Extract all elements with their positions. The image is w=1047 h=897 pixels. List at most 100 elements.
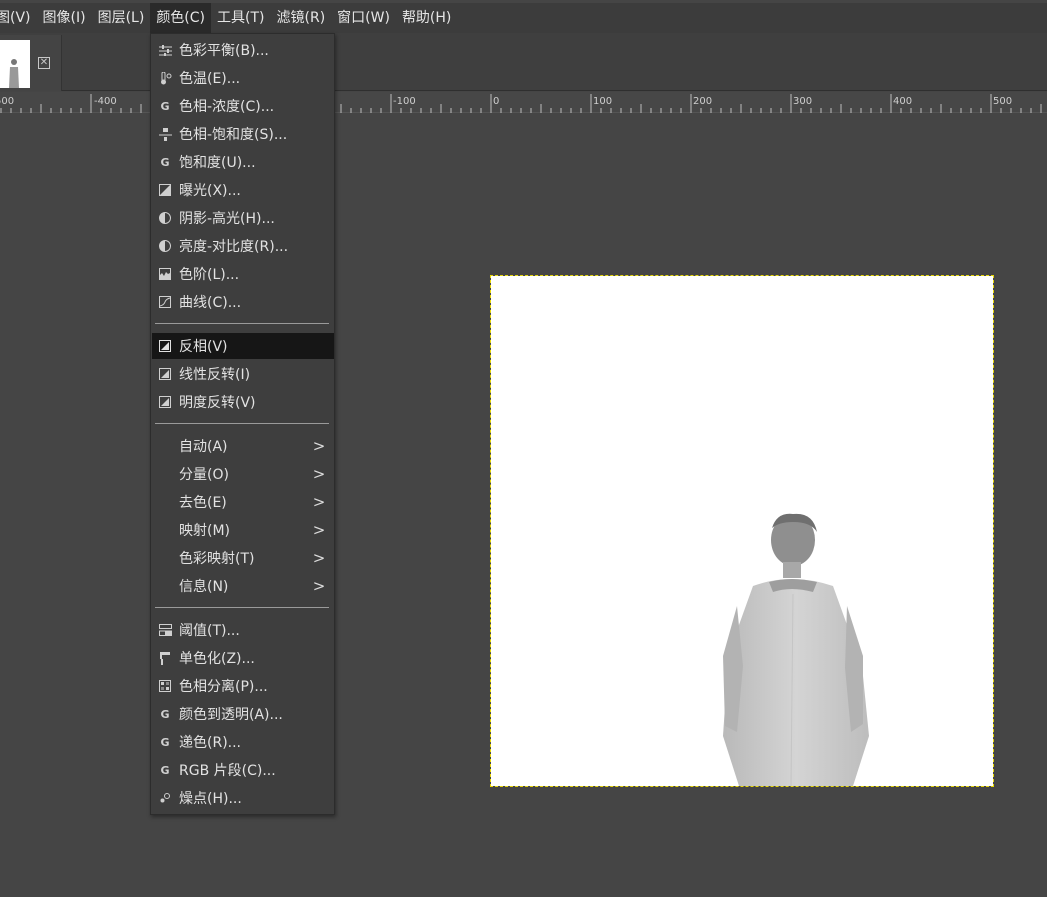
image-thumbnail[interactable]: [0, 40, 30, 88]
ruler-label: 300: [793, 96, 812, 107]
menu-image[interactable]: 图像(I): [37, 3, 92, 33]
menu-item-label: 颜色到透明(A)...: [179, 707, 283, 723]
levels-icon: [158, 267, 172, 281]
menu-item-linear-invert[interactable]: 线性反转(I): [152, 361, 334, 387]
menu-item-rgb-clip[interactable]: G RGB 片段(C)...: [152, 757, 334, 783]
menu-item-tone-mapping[interactable]: 色彩映射(T) >: [152, 545, 334, 571]
menu-item-label: 明度反转(V): [179, 395, 256, 411]
ruler-label: 0: [493, 96, 499, 107]
menu-item-info[interactable]: 信息(N) >: [152, 573, 334, 599]
gimp-window: 图(V) 图像(I) 图层(L) 颜色(C) 工具(T) 滤镜(R) 窗口(W)…: [0, 0, 1047, 897]
menu-item-label: 色彩平衡(B)...: [179, 43, 269, 59]
menu-separator: [155, 323, 329, 324]
menu-item-hue-saturation[interactable]: 色相-饱和度(S)...: [152, 121, 334, 147]
menubar: 图(V) 图像(I) 图层(L) 颜色(C) 工具(T) 滤镜(R) 窗口(W)…: [0, 3, 1047, 33]
menu-item-label: 反相(V): [179, 339, 228, 355]
menu-item-exposure[interactable]: 曝光(X)...: [152, 177, 334, 203]
menu-item-colorize[interactable]: 单色化(Z)...: [152, 645, 334, 671]
ruler-label: 400: [893, 96, 912, 107]
menu-item-label: 色温(E)...: [179, 71, 241, 87]
menu-item-label: 递色(R)...: [179, 735, 242, 751]
menu-item-label: 色相-浓度(C)...: [179, 99, 275, 115]
image-canvas[interactable]: [491, 276, 993, 786]
menu-item-label: 阈值(T)...: [179, 623, 240, 639]
menu-item-value-invert[interactable]: 明度反转(V): [152, 389, 334, 415]
menu-item-shadows-highlights[interactable]: 阴影-高光(H)...: [152, 205, 334, 231]
invert-icon: [158, 339, 172, 353]
menu-layer[interactable]: 图层(L): [92, 3, 151, 33]
menu-item-color-temperature[interactable]: 色温(E)...: [152, 65, 334, 91]
menu-item-curves[interactable]: 曲线(C)...: [152, 289, 334, 315]
menu-item-color-balance[interactable]: 色彩平衡(B)...: [152, 37, 334, 63]
shadows-highlights-icon: [158, 211, 172, 225]
menu-view[interactable]: 图(V): [0, 3, 37, 33]
menu-item-map[interactable]: 映射(M) >: [152, 517, 334, 543]
color-balance-icon: [158, 43, 172, 57]
hue-saturation-icon: [158, 127, 172, 141]
menu-item-components[interactable]: 分量(O) >: [152, 461, 334, 487]
ruler-label: -400: [94, 96, 117, 107]
curves-icon: [158, 295, 172, 309]
menu-separator: [155, 607, 329, 608]
colorize-icon: [158, 651, 172, 665]
exposure-icon: [158, 183, 172, 197]
menu-item-dither[interactable]: G 递色(R)...: [152, 729, 334, 755]
menu-item-invert[interactable]: 反相(V): [152, 333, 334, 359]
menu-item-posterize[interactable]: 色相分离(P)...: [152, 673, 334, 699]
submenu-arrow-icon: >: [312, 521, 326, 539]
menu-filters[interactable]: 滤镜(R): [271, 3, 332, 33]
menu-item-label: 自动(A): [179, 439, 228, 455]
threshold-icon: [158, 623, 172, 637]
menu-item-brightness-contrast[interactable]: 亮度-对比度(R)...: [152, 233, 334, 259]
submenu-arrow-icon: >: [312, 549, 326, 567]
submenu-arrow-icon: >: [312, 465, 326, 483]
menu-item-label: 单色化(Z)...: [179, 651, 255, 667]
invert-icon: [158, 395, 172, 409]
menu-item-desaturate[interactable]: 去色(E) >: [152, 489, 334, 515]
menu-item-label: 信息(N): [179, 579, 229, 595]
ruler-label: -100: [393, 96, 416, 107]
menu-item-label: 阴影-高光(H)...: [179, 211, 275, 227]
menu-item-color-to-alpha[interactable]: G 颜色到透明(A)...: [152, 701, 334, 727]
person-thumbnail-icon: [9, 59, 19, 88]
menu-item-label: 色相分离(P)...: [179, 679, 268, 695]
submenu-arrow-icon: >: [312, 437, 326, 455]
menu-item-threshold[interactable]: 阈值(T)...: [152, 617, 334, 643]
menu-item-levels[interactable]: 色阶(L)...: [152, 261, 334, 287]
menu-item-saturation[interactable]: G 饱和度(U)...: [152, 149, 334, 175]
menu-item-hue-chroma[interactable]: G 色相-浓度(C)...: [152, 93, 334, 119]
menu-item-label: 分量(O): [179, 467, 229, 483]
gegl-icon: G: [160, 735, 170, 749]
colors-menu: 色彩平衡(B)... 色温(E)... G 色相-浓度(C)... 色相-饱和度…: [150, 33, 335, 815]
menu-colors[interactable]: 颜色(C): [150, 3, 212, 33]
menu-item-label: 色阶(L)...: [179, 267, 240, 283]
ruler-label: 100: [593, 96, 612, 107]
menu-separator: [155, 423, 329, 424]
ruler-label: 200: [693, 96, 712, 107]
close-tab-icon[interactable]: ✕: [38, 57, 50, 69]
posterize-icon: [158, 679, 172, 693]
ruler-label: 500: [0, 96, 14, 107]
ruler-label: 500: [993, 96, 1012, 107]
menu-item-label: 曝光(X)...: [179, 183, 241, 199]
menu-item-label: 曲线(C)...: [179, 295, 242, 311]
invert-icon: [158, 367, 172, 381]
menu-windows[interactable]: 窗口(W): [331, 3, 396, 33]
gegl-icon: G: [160, 763, 170, 777]
submenu-arrow-icon: >: [312, 493, 326, 511]
menu-item-hot-pixels[interactable]: 燥点(H)...: [152, 785, 334, 811]
thermometer-icon: [158, 71, 172, 85]
menu-item-label: 色相-饱和度(S)...: [179, 127, 288, 143]
gegl-icon: G: [160, 155, 170, 169]
menu-item-label: 燥点(H)...: [179, 791, 242, 807]
menu-help[interactable]: 帮助(H): [396, 3, 457, 33]
hot-pixels-icon: [158, 791, 172, 805]
menu-item-auto[interactable]: 自动(A) >: [152, 433, 334, 459]
image-tab[interactable]: ✕: [0, 35, 62, 91]
menu-item-label: RGB 片段(C)...: [179, 763, 276, 779]
person-photo: [723, 513, 869, 786]
gegl-icon: G: [160, 707, 170, 721]
menu-tools[interactable]: 工具(T): [211, 3, 270, 33]
submenu-arrow-icon: >: [312, 577, 326, 595]
menu-item-label: 映射(M): [179, 523, 231, 539]
